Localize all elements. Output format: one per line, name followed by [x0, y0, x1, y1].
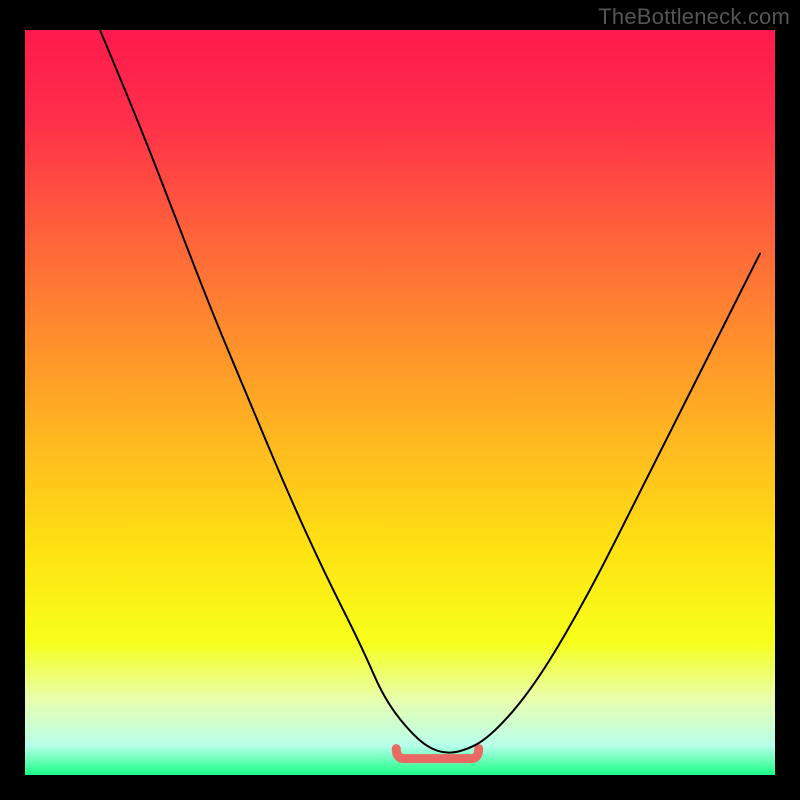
gradient-background — [25, 30, 775, 775]
plot-area — [25, 30, 775, 775]
chart-container: TheBottleneck.com — [0, 0, 800, 800]
chart-svg — [25, 30, 775, 775]
watermark-text: TheBottleneck.com — [598, 4, 790, 30]
